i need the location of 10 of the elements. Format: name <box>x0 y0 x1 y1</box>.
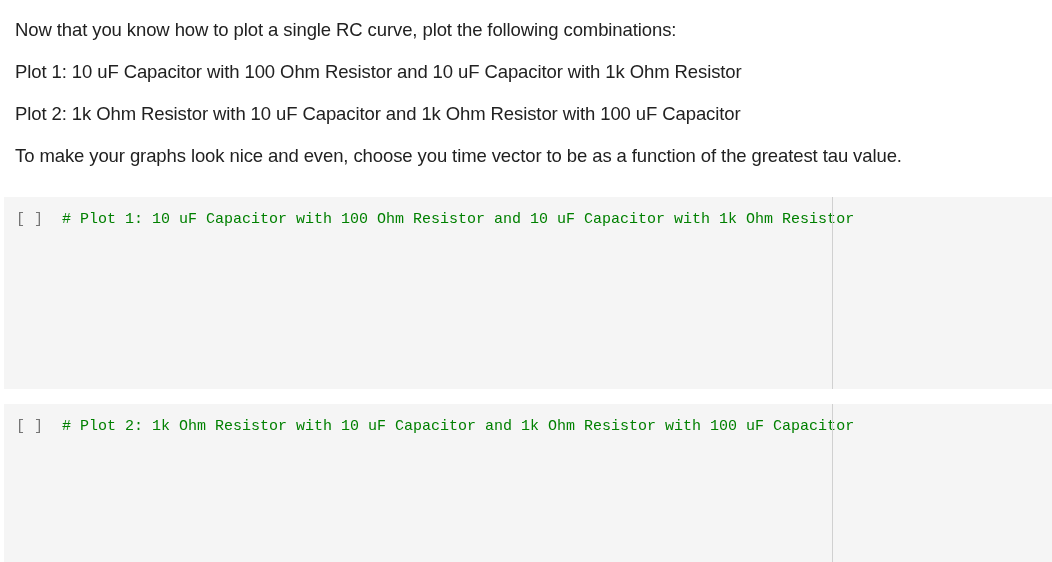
code-cell[interactable]: [ ] # Plot 2: 1k Ohm Resistor with 10 uF Capacitor and 1k Ohm Resistor with 100 uF Capacitor <box>4 404 1052 562</box>
code-comment: # Plot 1: 10 uF Capacitor with 100 Ohm Resistor and 10 uF Capacitor with 1k Ohm Resistor <box>62 210 855 230</box>
code-comment: # Plot 2: 1k Ohm Resistor with 10 uF Capacitor and 1k Ohm Resistor with 100 uF Capacitor <box>62 417 855 437</box>
code-cell[interactable]: [ ] # Plot 1: 10 uF Capacitor with 100 Ohm Resistor and 10 uF Capacitor with 1k Ohm Resistor <box>4 197 1052 389</box>
paragraph: Plot 2: 1k Ohm Resistor with 10 uF Capacitor and 1k Ohm Resistor with 100 uF Capacitor <box>15 102 742 126</box>
paragraph: Now that you know how to plot a single RC curve, plot the following combinations: <box>15 18 678 42</box>
paragraph: To make your graphs look nice and even, choose you time vector to be as a function of the greatest tau value. <box>15 144 903 168</box>
paragraph: Plot 1: 10 uF Capacitor with 100 Ohm Resistor and 10 uF Capacitor with 1k Ohm Resistor <box>15 60 743 84</box>
execution-count: [ ] <box>16 210 44 230</box>
execution-count: [ ] <box>16 417 44 437</box>
